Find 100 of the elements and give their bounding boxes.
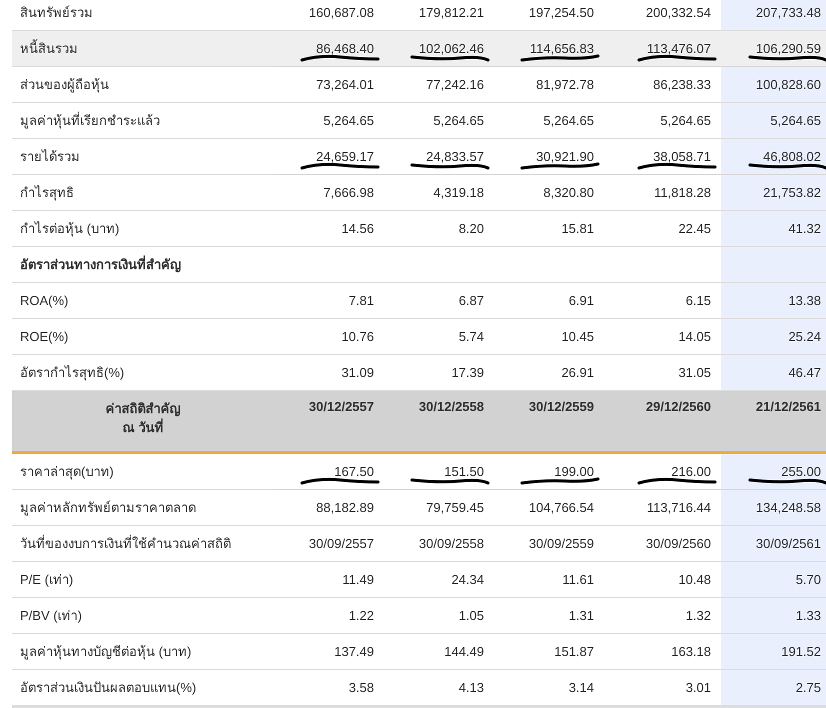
table-cell: 38,058.71 <box>653 149 711 164</box>
table-cell: 10.45 <box>561 329 594 344</box>
table-cell: 167.50 <box>334 464 374 479</box>
table-cell: 197,254.50 <box>528 5 594 20</box>
column-header: 30/12/2557 <box>308 399 374 414</box>
row-label: ส่วนของผู้ถือหุ้น <box>20 77 109 92</box>
column-header: 21/12/2561 <box>756 399 821 414</box>
table-cell: 104,766.54 <box>528 500 594 515</box>
table-cell: 1.31 <box>568 608 594 623</box>
table-cell: 31.05 <box>678 365 711 380</box>
table-cell: 255.00 <box>781 464 821 479</box>
table-cell: 144.49 <box>444 644 484 659</box>
table-cell: 30,921.90 <box>536 149 594 164</box>
table-cell: 137.49 <box>334 644 374 659</box>
table-cell: 7.81 <box>348 293 374 308</box>
table-cell: 13.38 <box>788 293 821 308</box>
row-label: ราคาล่าสุด(บาท) <box>20 464 114 479</box>
table-cell: 4,319.18 <box>433 185 484 200</box>
row-label: สินทรัพย์รวม <box>20 5 93 20</box>
row-label: รายได้รวม <box>20 149 80 164</box>
section-heading: อัตราส่วนทางการเงินที่สำคัญ <box>20 257 181 272</box>
table-cell: 15.81 <box>561 221 594 236</box>
table-cell: 200,332.54 <box>646 5 711 20</box>
column-header: 29/12/2560 <box>646 399 711 414</box>
table-cell: 113,716.44 <box>646 500 711 515</box>
table-cell: 160,687.08 <box>308 5 374 20</box>
table-cell: 216.00 <box>671 464 711 479</box>
row-label: กำไรสุทธิ <box>20 185 74 200</box>
table-cell: 25.24 <box>788 329 821 344</box>
row-label: หนี้สินรวม <box>20 41 78 56</box>
table-cell: 31.09 <box>341 365 374 380</box>
table-cell: 81,972.78 <box>536 77 594 92</box>
row-label: มูลค่าหลักทรัพย์ตามราคาตลาด <box>20 500 196 515</box>
table-cell: 14.56 <box>341 221 374 236</box>
table-cell: 163.18 <box>671 644 711 659</box>
row-label: ROE(%) <box>20 329 68 344</box>
table-cell: 88,182.89 <box>316 500 374 515</box>
table-cell: 5,264.65 <box>323 113 374 128</box>
table-cell: 113,476.07 <box>646 41 711 56</box>
table-cell: 6.91 <box>568 293 594 308</box>
table-cell: 5,264.65 <box>660 113 711 128</box>
table-cell: 30/09/2557 <box>308 536 374 551</box>
table-cell: 151.50 <box>444 464 484 479</box>
table-cell: 114,656.83 <box>530 41 594 56</box>
table-cell: 11,818.28 <box>654 185 711 200</box>
table-cell: 30/09/2558 <box>418 536 484 551</box>
table-cell: 1.32 <box>686 608 711 623</box>
table-cell: 2.75 <box>796 680 821 695</box>
table-cell: 5,264.65 <box>543 113 594 128</box>
row-label: อัตรากำไรสุทธิ(%) <box>20 365 124 380</box>
table-cell: 17.39 <box>451 365 484 380</box>
column-header: 30/12/2558 <box>418 399 484 414</box>
table-cell: 26.91 <box>561 365 594 380</box>
row-label: มูลค่าหุ้นทางบัญชีต่อหุ้น (บาท) <box>20 644 192 659</box>
table-cell: 30/09/2560 <box>646 536 711 551</box>
table-cell: 3.14 <box>568 680 594 695</box>
row-label: มูลค่าหุ้นที่เรียกชำระแล้ว <box>20 113 160 128</box>
row-label: ROA(%) <box>20 293 68 308</box>
row-label: P/BV (เท่า) <box>20 608 82 623</box>
table-cell: 4.13 <box>458 680 484 695</box>
row-label: P/E (เท่า) <box>20 572 74 587</box>
table-cell: 207,733.48 <box>756 5 821 20</box>
table-cell: 1.05 <box>458 608 484 623</box>
table-cell: 179,812.21 <box>418 5 484 20</box>
table-cell: 151.87 <box>554 644 594 659</box>
table-cell: 86,468.40 <box>316 41 374 56</box>
table-cell: 46.47 <box>788 365 821 380</box>
row-label: วันที่ของงบการเงินที่ใช้คำนวณค่าสถิติ <box>20 536 231 551</box>
table-cell: 46,808.02 <box>763 149 821 164</box>
table-cell: 106,290.59 <box>756 41 821 56</box>
table-cell: 14.05 <box>678 329 711 344</box>
table-cell: 5.70 <box>796 572 821 587</box>
table-cell: 5,264.65 <box>770 113 821 128</box>
row-label: กำไรต่อหุ้น (บาท) <box>20 221 120 236</box>
table-cell: 5,264.65 <box>433 113 484 128</box>
table-cell: 8.20 <box>458 221 484 236</box>
table-cell: 79,759.45 <box>426 500 484 515</box>
table-cell: 77,242.16 <box>426 77 484 92</box>
column-header: ค่าสถิติสำคัญ ณ วันที่ <box>106 401 180 435</box>
table-cell: 191.52 <box>781 644 821 659</box>
table-cell: 22.45 <box>678 221 711 236</box>
table-cell: 102,062.46 <box>418 41 484 56</box>
table-cell: 7,666.98 <box>323 185 374 200</box>
table-cell: 3.01 <box>686 680 711 695</box>
table-cell: 24,833.57 <box>426 149 484 164</box>
table-cell: 41.32 <box>788 221 821 236</box>
row-label: อัตราส่วนเงินปันผลตอบแทน(%) <box>20 680 196 695</box>
table-cell: 21,753.82 <box>763 185 821 200</box>
table-cell: 3.58 <box>348 680 374 695</box>
table-cell: 10.76 <box>341 329 374 344</box>
table-cell: 134,248.58 <box>756 500 821 515</box>
table-cell: 6.15 <box>686 293 711 308</box>
table-cell: 6.87 <box>458 293 484 308</box>
table-cell: 11.49 <box>342 572 374 587</box>
table-cell: 100,828.60 <box>756 77 821 92</box>
table-cell: 5.74 <box>458 329 484 344</box>
table-cell: 11.61 <box>562 572 594 587</box>
table-cell: 10.48 <box>678 572 711 587</box>
table-cell: 1.22 <box>348 608 374 623</box>
column-header: 30/12/2559 <box>528 399 594 414</box>
